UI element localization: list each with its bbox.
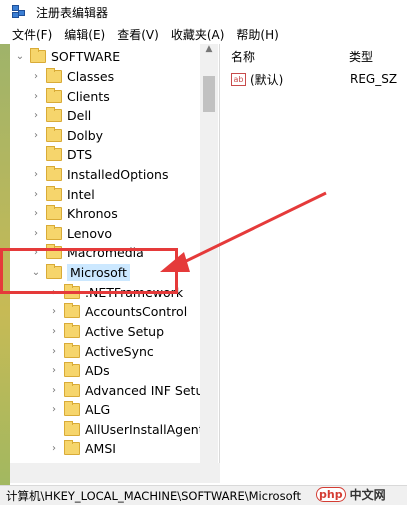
column-header-name[interactable]: 名称 xyxy=(231,44,255,68)
tree-item[interactable]: › Clients xyxy=(30,86,110,106)
tree-item-label: ActiveSync xyxy=(85,343,154,359)
tree-item-label: AMSI xyxy=(85,440,116,456)
tree-item[interactable]: › AMSI xyxy=(48,438,116,458)
value-type: REG_SZ xyxy=(350,72,398,86)
tree-item-label: Intel xyxy=(67,186,95,202)
tree-item-label: Dolby xyxy=(67,127,104,143)
status-path: 计算机\HKEY_LOCAL_MACHINE\SOFTWARE\Microsof… xyxy=(6,488,301,503)
menu-favorites[interactable]: 收藏夹(A) xyxy=(165,26,231,43)
column-header-type[interactable]: 类型 xyxy=(349,44,373,68)
values-pane[interactable]: 名称 类型 ab (默认) REG_SZ xyxy=(221,44,407,483)
tree-item-label: AccountsControl xyxy=(85,303,188,319)
folder-icon xyxy=(46,185,62,201)
folder-icon xyxy=(46,87,62,103)
tree-item-label: SOFTWARE xyxy=(51,48,121,64)
menu-help[interactable]: 帮助(H) xyxy=(230,26,284,43)
expand-icon[interactable]: › xyxy=(48,404,60,415)
expand-icon[interactable]: › xyxy=(30,189,42,200)
expand-icon[interactable]: › xyxy=(48,443,60,454)
tree-item-label: Advanced INF Setup xyxy=(85,382,212,398)
tree-item[interactable]: › Lenovo xyxy=(30,223,112,243)
expand-icon[interactable]: › xyxy=(30,71,42,82)
tree-item[interactable]: › Dolby xyxy=(30,125,103,145)
folder-icon xyxy=(64,439,80,455)
folder-icon xyxy=(46,204,62,220)
expand-icon[interactable]: › xyxy=(48,346,60,357)
annotation-highlight-box xyxy=(0,248,178,294)
folder-icon xyxy=(46,67,62,83)
collapse-icon[interactable]: ⌄ xyxy=(14,51,26,62)
expand-icon[interactable]: › xyxy=(48,365,60,376)
watermark: php 中文网 xyxy=(316,484,386,504)
tree-item-label: AllUserInstallAgent xyxy=(85,421,204,437)
tree-item[interactable]: › Advanced INF Setup xyxy=(48,380,211,400)
folder-icon xyxy=(64,400,80,416)
window-title: 注册表编辑器 xyxy=(36,5,109,20)
regedit-icon xyxy=(12,5,28,19)
tree-item[interactable]: › ALG xyxy=(48,399,110,419)
tree-item[interactable]: › ADs xyxy=(48,360,110,380)
menu-bar: 文件(F) 编辑(E) 查看(V) 收藏夹(A) 帮助(H) xyxy=(0,24,407,44)
tree-item-label: Classes xyxy=(67,68,115,84)
expand-icon[interactable]: › xyxy=(48,326,60,337)
expand-icon[interactable]: › xyxy=(30,130,42,141)
expand-icon[interactable]: › xyxy=(30,91,42,102)
folder-icon xyxy=(64,342,80,358)
tree-item[interactable]: › Dell xyxy=(30,105,91,125)
folder-icon xyxy=(46,126,62,142)
menu-edit[interactable]: 编辑(E) xyxy=(58,26,111,43)
php-logo: php xyxy=(316,486,346,502)
title-bar: 注册表编辑器 xyxy=(0,0,407,24)
menu-view[interactable]: 查看(V) xyxy=(111,26,165,43)
folder-icon xyxy=(64,420,80,436)
tree-item-label: Clients xyxy=(67,88,110,104)
folder-icon xyxy=(64,322,80,338)
tree-item-label: Active Setup xyxy=(85,323,165,339)
tree-vertical-scrollbar[interactable]: ▲ xyxy=(200,44,218,463)
folder-icon xyxy=(64,381,80,397)
scroll-up-icon[interactable]: ▲ xyxy=(200,44,218,58)
tree-item-label: Khronos xyxy=(67,205,118,221)
menu-file[interactable]: 文件(F) xyxy=(0,26,58,43)
tree-item[interactable]: DTS xyxy=(30,144,92,164)
value-row[interactable]: ab (默认) REG_SZ xyxy=(221,68,397,90)
tree-item-label: InstalledOptions xyxy=(67,166,169,182)
tree-item-software[interactable]: ⌄ SOFTWARE xyxy=(14,46,120,66)
scrollbar-thumb[interactable] xyxy=(203,76,215,112)
folder-icon xyxy=(64,361,80,377)
tree-item[interactable]: › InstalledOptions xyxy=(30,164,168,184)
tree-item-label: ALG xyxy=(85,401,111,417)
expand-icon[interactable]: › xyxy=(48,385,60,396)
expand-icon[interactable]: › xyxy=(48,306,60,317)
folder-icon xyxy=(30,47,46,63)
tree-item-label: Lenovo xyxy=(67,225,113,241)
folder-icon xyxy=(46,106,62,122)
tree-item-label: ADs xyxy=(85,362,110,378)
string-value-icon: ab xyxy=(231,72,246,86)
folder-icon xyxy=(46,145,62,161)
expand-icon[interactable]: › xyxy=(30,208,42,219)
tree-item[interactable]: › Active Setup xyxy=(48,321,164,341)
folder-icon xyxy=(46,165,62,181)
tree-item[interactable]: › ActiveSync xyxy=(48,341,154,361)
tree-item-label: Dell xyxy=(67,107,92,123)
tree-item-label: DTS xyxy=(67,146,93,162)
watermark-text: 中文网 xyxy=(349,487,386,502)
tree-horizontal-scrollbar[interactable] xyxy=(10,463,220,483)
folder-icon xyxy=(64,302,80,318)
value-name: (默认) xyxy=(250,72,284,87)
folder-icon xyxy=(46,224,62,240)
tree-item[interactable]: › Khronos xyxy=(30,203,118,223)
expand-icon[interactable]: › xyxy=(30,110,42,121)
tree-item[interactable]: › Classes xyxy=(30,66,114,86)
tree-item[interactable]: › Intel xyxy=(30,184,95,204)
expand-icon[interactable]: › xyxy=(30,169,42,180)
expand-icon[interactable]: › xyxy=(30,228,42,239)
tree-item[interactable]: › AccountsControl xyxy=(48,301,187,321)
tree-item[interactable]: AllUserInstallAgent xyxy=(48,419,204,439)
